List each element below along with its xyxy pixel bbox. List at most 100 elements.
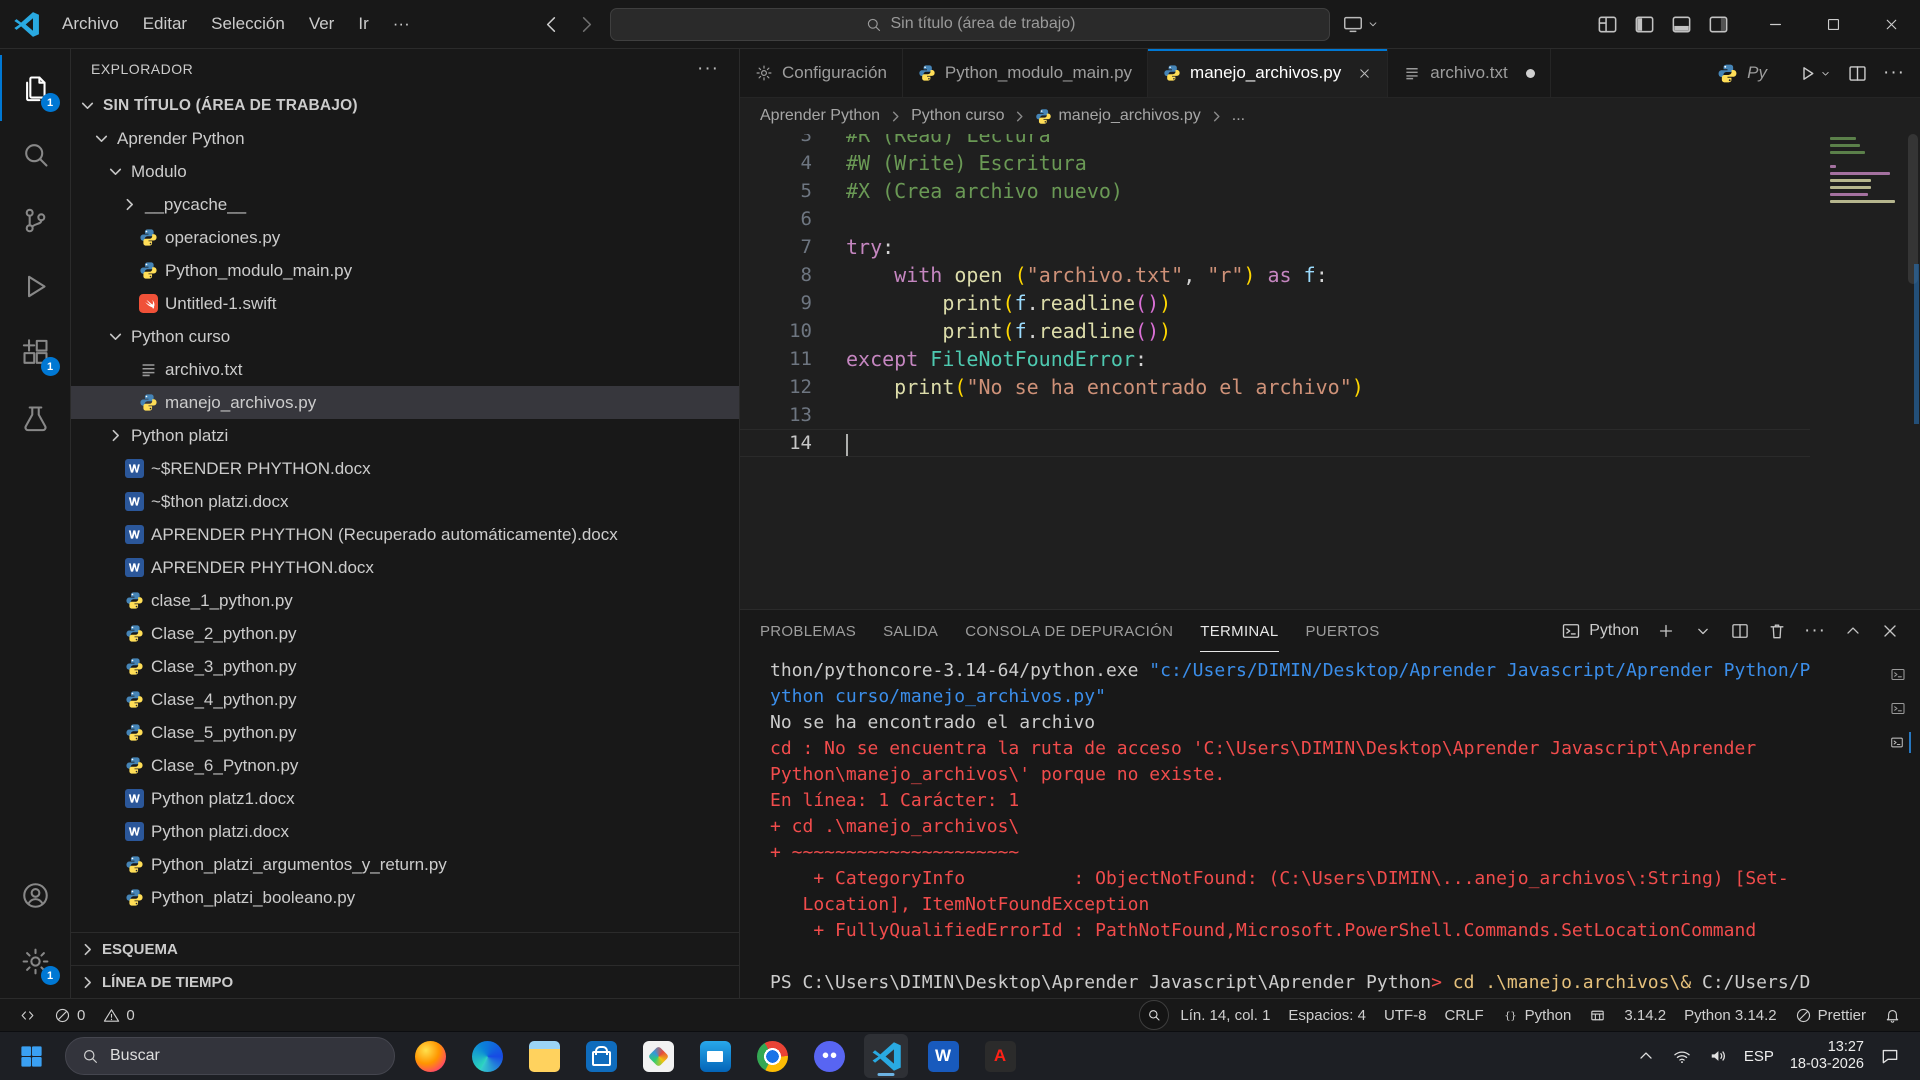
tab-preview[interactable]: Py bbox=[1702, 63, 1782, 84]
tree-folder-python-platzi[interactable]: Python platzi bbox=[71, 419, 739, 452]
tab-manejo-archivos-py[interactable]: manejo_archivos.py bbox=[1148, 49, 1388, 97]
minimize-button[interactable] bbox=[1746, 0, 1804, 48]
terminal-profile[interactable]: Python bbox=[1561, 621, 1639, 641]
status-cursor-position[interactable]: Lín. 14, col. 1 bbox=[1171, 999, 1279, 1031]
store-taskbar-icon[interactable] bbox=[579, 1034, 623, 1078]
firefox-taskbar-icon[interactable] bbox=[408, 1034, 452, 1078]
terminal-tab-icon[interactable] bbox=[1890, 664, 1911, 685]
tree-folder-python-curso[interactable]: Python curso bbox=[71, 320, 739, 353]
vscode-taskbar-icon[interactable] bbox=[864, 1034, 908, 1078]
new-terminal-icon[interactable] bbox=[1656, 621, 1676, 641]
scrollbar-thumb[interactable] bbox=[1908, 134, 1918, 284]
tab-python-modulo-main-py[interactable]: Python_modulo_main.py bbox=[903, 49, 1148, 97]
tray-chevron-up-icon[interactable] bbox=[1636, 1046, 1656, 1066]
tree-file-clase-3-python-py[interactable]: Clase_3_python.py bbox=[71, 650, 739, 683]
tree-file-untitled-1-swift[interactable]: Untitled-1.swift bbox=[71, 287, 739, 320]
status-python-version[interactable]: 3.14.2 bbox=[1615, 999, 1675, 1031]
menu-seleccion[interactable]: Selección bbox=[199, 0, 297, 48]
breadcrumb-item-python-curso[interactable]: Python curso bbox=[911, 107, 1004, 125]
explorer-more-actions[interactable]: ··· bbox=[697, 58, 719, 80]
panel-tab-problemas[interactable]: PROBLEMAS bbox=[760, 610, 856, 652]
toggle-secondary-sidebar-icon[interactable] bbox=[1707, 13, 1730, 36]
activity-search[interactable] bbox=[0, 121, 71, 187]
more-actions-icon[interactable]: ··· bbox=[1883, 62, 1905, 84]
status-eol[interactable]: CRLF bbox=[1435, 999, 1492, 1031]
menu-item[interactable]: ··· bbox=[381, 0, 422, 48]
tree-file-python-platzi-booleano-py[interactable]: Python_platzi_booleano.py bbox=[71, 881, 739, 914]
kill-terminal-icon[interactable] bbox=[1767, 621, 1787, 641]
split-terminal-icon[interactable] bbox=[1730, 621, 1750, 641]
tree-file-thon-platzi-docx[interactable]: ~$thon platzi.docx bbox=[71, 485, 739, 518]
status-remote[interactable] bbox=[10, 999, 45, 1031]
forward-icon[interactable] bbox=[575, 13, 598, 36]
activity-explorer[interactable]: 1 bbox=[0, 55, 71, 121]
clock[interactable]: 13:27 18-03-2026 bbox=[1790, 1039, 1864, 1073]
status-python-interpreter[interactable]: Python 3.14.2 bbox=[1675, 999, 1786, 1031]
outlook-taskbar-icon[interactable] bbox=[693, 1034, 737, 1078]
status-encoding[interactable]: UTF-8 bbox=[1375, 999, 1436, 1031]
terminal-tab-icon[interactable] bbox=[1890, 698, 1911, 719]
panel-tab-salida[interactable]: SALIDA bbox=[883, 610, 938, 652]
tree-file-manejo-archivos-py[interactable]: manejo_archivos.py bbox=[71, 386, 739, 419]
panel-tab-puertos[interactable]: PUERTOS bbox=[1306, 610, 1380, 652]
tree-file-clase-4-python-py[interactable]: Clase_4_python.py bbox=[71, 683, 739, 716]
discord-taskbar-icon[interactable] bbox=[807, 1034, 851, 1078]
maximize-button[interactable] bbox=[1804, 0, 1862, 48]
tree-file-python-platzi-argumentos-y-return-py[interactable]: Python_platzi_argumentos_y_return.py bbox=[71, 848, 739, 881]
tree-folder-aprender-python[interactable]: Aprender Python bbox=[71, 122, 739, 155]
photos-taskbar-icon[interactable] bbox=[636, 1034, 680, 1078]
section-linea-de-tiempo[interactable]: LÍNEA DE TIEMPO bbox=[71, 965, 739, 998]
tree-file-operaciones-py[interactable]: operaciones.py bbox=[71, 221, 739, 254]
maximize-panel-icon[interactable] bbox=[1843, 621, 1863, 641]
tree-folder-modulo[interactable]: Modulo bbox=[71, 155, 739, 188]
activity-extensions[interactable]: 1 bbox=[0, 319, 71, 385]
panel-tab-consola-de-depuracion[interactable]: CONSOLA DE DEPURACIÓN bbox=[965, 610, 1173, 652]
activity-run-debug[interactable] bbox=[0, 253, 71, 319]
tree-file-render-phython-docx[interactable]: ~$RENDER PHYTHON.docx bbox=[71, 452, 739, 485]
activity-settings[interactable]: 1 bbox=[0, 928, 71, 994]
menu-editar[interactable]: Editar bbox=[131, 0, 199, 48]
tree-file-aprender-phython-docx[interactable]: APRENDER PHYTHON.docx bbox=[71, 551, 739, 584]
chrome-taskbar-icon[interactable] bbox=[750, 1034, 794, 1078]
back-icon[interactable] bbox=[540, 13, 563, 36]
tree-file-clase-6-pytnon-py[interactable]: Clase_6_Pytnon.py bbox=[71, 749, 739, 782]
tree-file-python-platzi-docx[interactable]: Python platzi.docx bbox=[71, 815, 739, 848]
window-layout-dropdown[interactable] bbox=[1342, 13, 1380, 35]
panel-tab-terminal[interactable]: TERMINAL bbox=[1200, 610, 1278, 652]
terminal[interactable]: thon/pythoncore-3.14-64/python.exe "c:/U… bbox=[740, 652, 1920, 998]
status-errors[interactable]: 0 bbox=[45, 999, 94, 1031]
word-taskbar-icon[interactable] bbox=[921, 1034, 965, 1078]
tree-file-archivo-txt[interactable]: archivo.txt bbox=[71, 353, 739, 386]
editor-scrollbar[interactable] bbox=[1906, 134, 1920, 609]
toggle-sidebar-icon[interactable] bbox=[1633, 13, 1656, 36]
menu-archivo[interactable]: Archivo bbox=[50, 0, 131, 48]
start-button[interactable] bbox=[10, 1035, 52, 1077]
toggle-panel-icon[interactable] bbox=[1670, 13, 1693, 36]
volume-icon[interactable] bbox=[1708, 1046, 1728, 1066]
menu-ver[interactable]: Ver bbox=[297, 0, 347, 48]
close-button[interactable] bbox=[1862, 0, 1920, 48]
code-editor[interactable]: 3#R (Read) Lectura4#W (Write) Escritura5… bbox=[740, 134, 1920, 609]
activity-testing[interactable] bbox=[0, 385, 71, 451]
activity-accounts[interactable] bbox=[0, 862, 71, 928]
activity-source-control[interactable] bbox=[0, 187, 71, 253]
tree-file-python-modulo-main-py[interactable]: Python_modulo_main.py bbox=[71, 254, 739, 287]
tree-file-clase-1-python-py[interactable]: clase_1_python.py bbox=[71, 584, 739, 617]
terminal-tab-icon[interactable] bbox=[1890, 732, 1911, 753]
search-box[interactable]: Sin título (área de trabajo) bbox=[610, 8, 1330, 41]
breadcrumb-item-aprender-python[interactable]: Aprender Python bbox=[760, 107, 880, 125]
notifications-icon[interactable] bbox=[1880, 1046, 1900, 1066]
status-snippets[interactable] bbox=[1580, 999, 1615, 1031]
tab-archivo-txt[interactable]: archivo.txt bbox=[1388, 49, 1550, 97]
status-prettier[interactable]: Prettier bbox=[1786, 999, 1875, 1031]
minimap[interactable] bbox=[1830, 137, 1902, 221]
acrobat-taskbar-icon[interactable] bbox=[978, 1034, 1022, 1078]
panel-more-icon[interactable]: ··· bbox=[1804, 620, 1826, 642]
section-esquema[interactable]: ESQUEMA bbox=[71, 932, 739, 965]
tree-file-clase-2-python-py[interactable]: Clase_2_python.py bbox=[71, 617, 739, 650]
status-notifications[interactable] bbox=[1875, 999, 1910, 1031]
menu-ir[interactable]: Ir bbox=[346, 0, 380, 48]
terminal-dropdown-icon[interactable] bbox=[1693, 621, 1713, 641]
taskbar-search[interactable]: Buscar bbox=[65, 1037, 395, 1075]
close-panel-icon[interactable] bbox=[1880, 621, 1900, 641]
